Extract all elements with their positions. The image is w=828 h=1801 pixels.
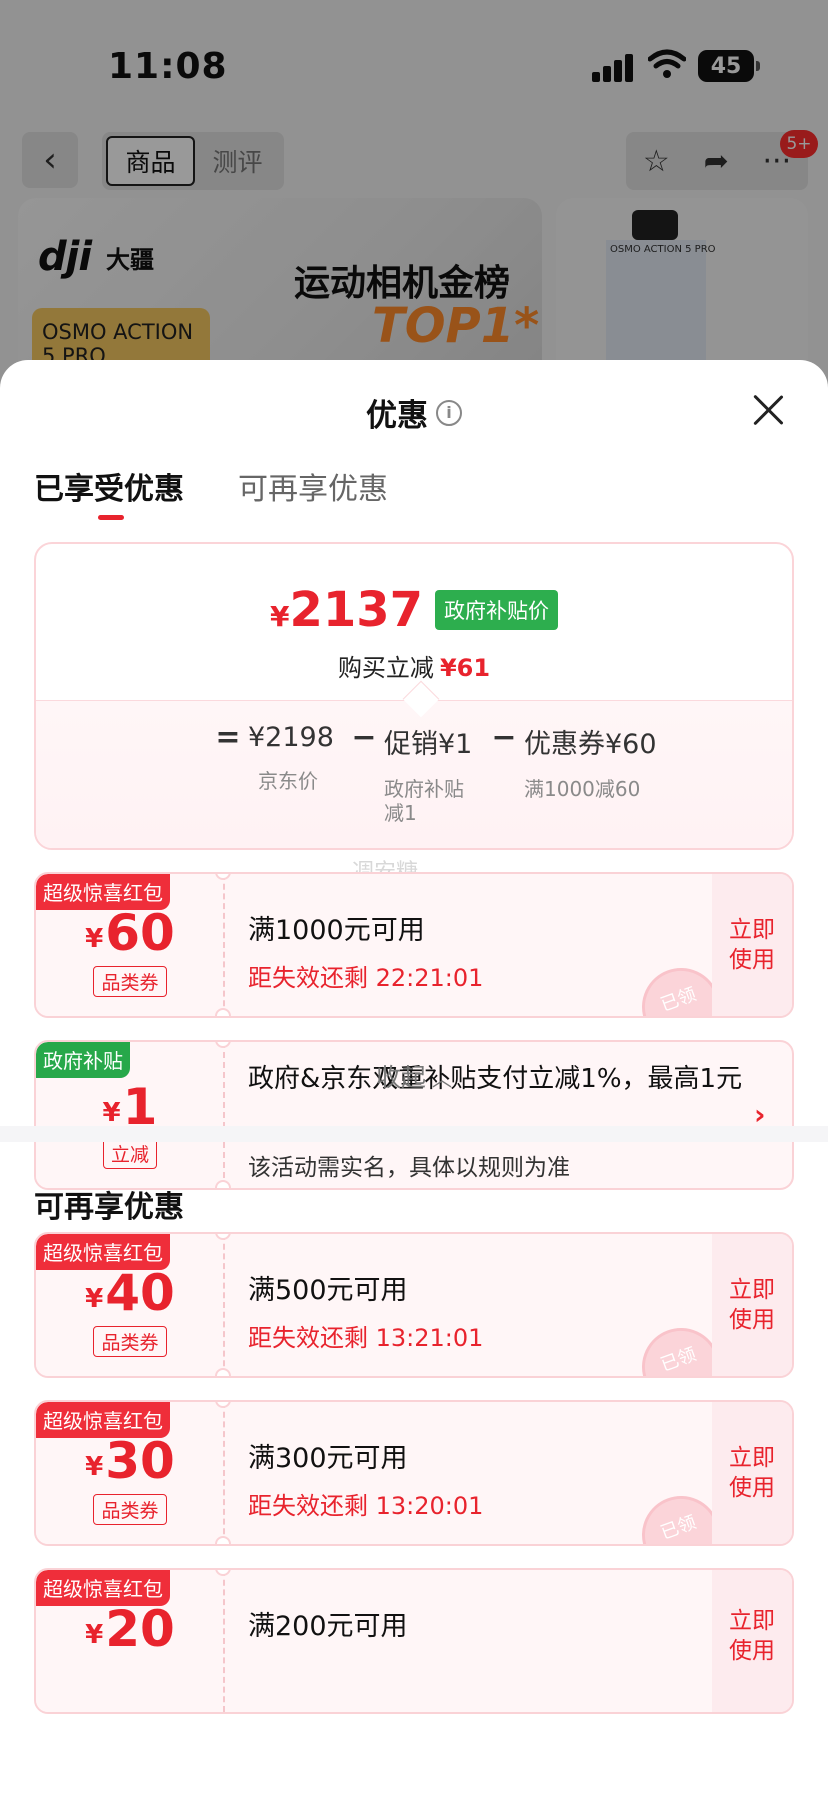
coupon-condition: 满500元可用 <box>248 1275 408 1306</box>
coupon-type: 品类券 <box>93 966 167 997</box>
coupon-expiry: 距失效还剩 13:20:01 <box>248 1492 484 1520</box>
price-formula: = ¥2198 京东价 − 促销¥1 政府补贴减1 − 优惠券¥60 满1000… <box>208 720 664 825</box>
collapse-button[interactable]: 收起 ︿ <box>0 1058 828 1094</box>
discount-sheet: 优惠 i 已享受优惠 可再享优惠 ¥ 2137 政府补贴价 购买立减 ¥61 = … <box>0 360 828 1801</box>
tab-available[interactable]: 可再享优惠 <box>238 464 388 522</box>
coupon-value: 优惠券¥60 <box>524 729 657 760</box>
reduce-line: 购买立减 ¥61 <box>36 648 792 683</box>
use-now-button[interactable]: 立即使用 <box>712 1570 792 1712</box>
use-now-button[interactable]: 立即使用 <box>712 1402 792 1544</box>
coupon-amount: 60 <box>105 904 175 962</box>
use-now-button[interactable]: 立即使用 <box>712 874 792 1016</box>
info-icon[interactable]: i <box>436 399 462 426</box>
coupon-type: 品类券 <box>93 1494 167 1525</box>
reduce-label: 购买立减 <box>337 654 434 682</box>
coupon-note: 满1000减60 <box>524 777 641 801</box>
minus-sign: − <box>351 720 377 755</box>
coupon-card[interactable]: 超级惊喜红包 ¥ 20 满200元可用 立即使用 <box>34 1568 794 1714</box>
more-section-title: 可再享优惠 <box>34 1190 184 1225</box>
subsidy-currency: ¥ <box>102 1098 121 1128</box>
coupon-condition: 满300元可用 <box>248 1443 408 1474</box>
sheet-header: 优惠 i <box>0 390 828 435</box>
subsidy-type: 立减 <box>102 1138 157 1169</box>
tab-enjoyed[interactable]: 已享受优惠 <box>34 464 184 522</box>
coupon-card[interactable]: 超级惊喜红包 ¥ 40 品类券 满500元可用 距失效还剩 13:21:01 已… <box>34 1232 794 1378</box>
chevron-up-icon: ︿ <box>432 1067 452 1091</box>
coupon-amount: 40 <box>105 1264 175 1322</box>
jd-price-note: 京东价 <box>258 769 318 793</box>
modal-overlay[interactable] <box>0 0 828 400</box>
price-currency: ¥ <box>269 599 290 633</box>
section-divider <box>0 1126 828 1142</box>
coupon-amount: 30 <box>105 1432 175 1490</box>
use-now-button[interactable]: 立即使用 <box>712 1234 792 1376</box>
coupon-type: 品类券 <box>93 1326 167 1357</box>
promo-note: 政府补贴减1 <box>384 777 464 825</box>
collapse-label: 收起 <box>375 1063 426 1092</box>
price-summary-card: ¥ 2137 政府补贴价 购买立减 ¥61 = ¥2198 京东价 − 促销¥1 … <box>34 542 794 850</box>
coupon-currency: ¥ <box>85 1452 104 1482</box>
subsidy-note: 该活动需实名，具体以规则为准 <box>248 1155 570 1181</box>
coupon-card[interactable]: 超级惊喜红包 ¥ 30 品类券 满300元可用 距失效还剩 13:20:01 已… <box>34 1400 794 1546</box>
coupon-currency: ¥ <box>85 924 104 954</box>
close-icon[interactable] <box>748 390 788 430</box>
coupon-currency: ¥ <box>85 1620 104 1650</box>
background-product-page: 11:08 45 ‹ 商品 测评 ☆ ➦ ··· 5+ dji 大疆 运动相机金… <box>0 0 828 400</box>
gov-price-tag: 政府补贴价 <box>435 590 559 630</box>
jd-price-value: ¥2198 <box>248 722 334 753</box>
sheet-title: 优惠 <box>366 398 428 434</box>
coupon-currency: ¥ <box>85 1284 104 1314</box>
coupon-expiry: 距失效还剩 13:21:01 <box>248 1324 484 1352</box>
discount-tabs: 已享受优惠 可再享优惠 <box>34 464 388 522</box>
coupon-condition: 满1000元可用 <box>248 915 425 946</box>
equals-sign: = <box>215 720 241 755</box>
coupon-expiry: 距失效还剩 22:21:01 <box>248 964 484 992</box>
coupon-card[interactable]: 超级惊喜红包 ¥ 60 品类券 满1000元可用 距失效还剩 22:21:01 … <box>34 872 794 1018</box>
coupon-condition: 满200元可用 <box>248 1611 408 1642</box>
promo-value: 促销¥1 <box>384 729 473 760</box>
minus-sign: − <box>491 720 517 755</box>
reduce-amount: ¥61 <box>439 654 491 682</box>
final-price: 2137 <box>289 582 424 638</box>
coupon-amount: 20 <box>105 1600 175 1658</box>
